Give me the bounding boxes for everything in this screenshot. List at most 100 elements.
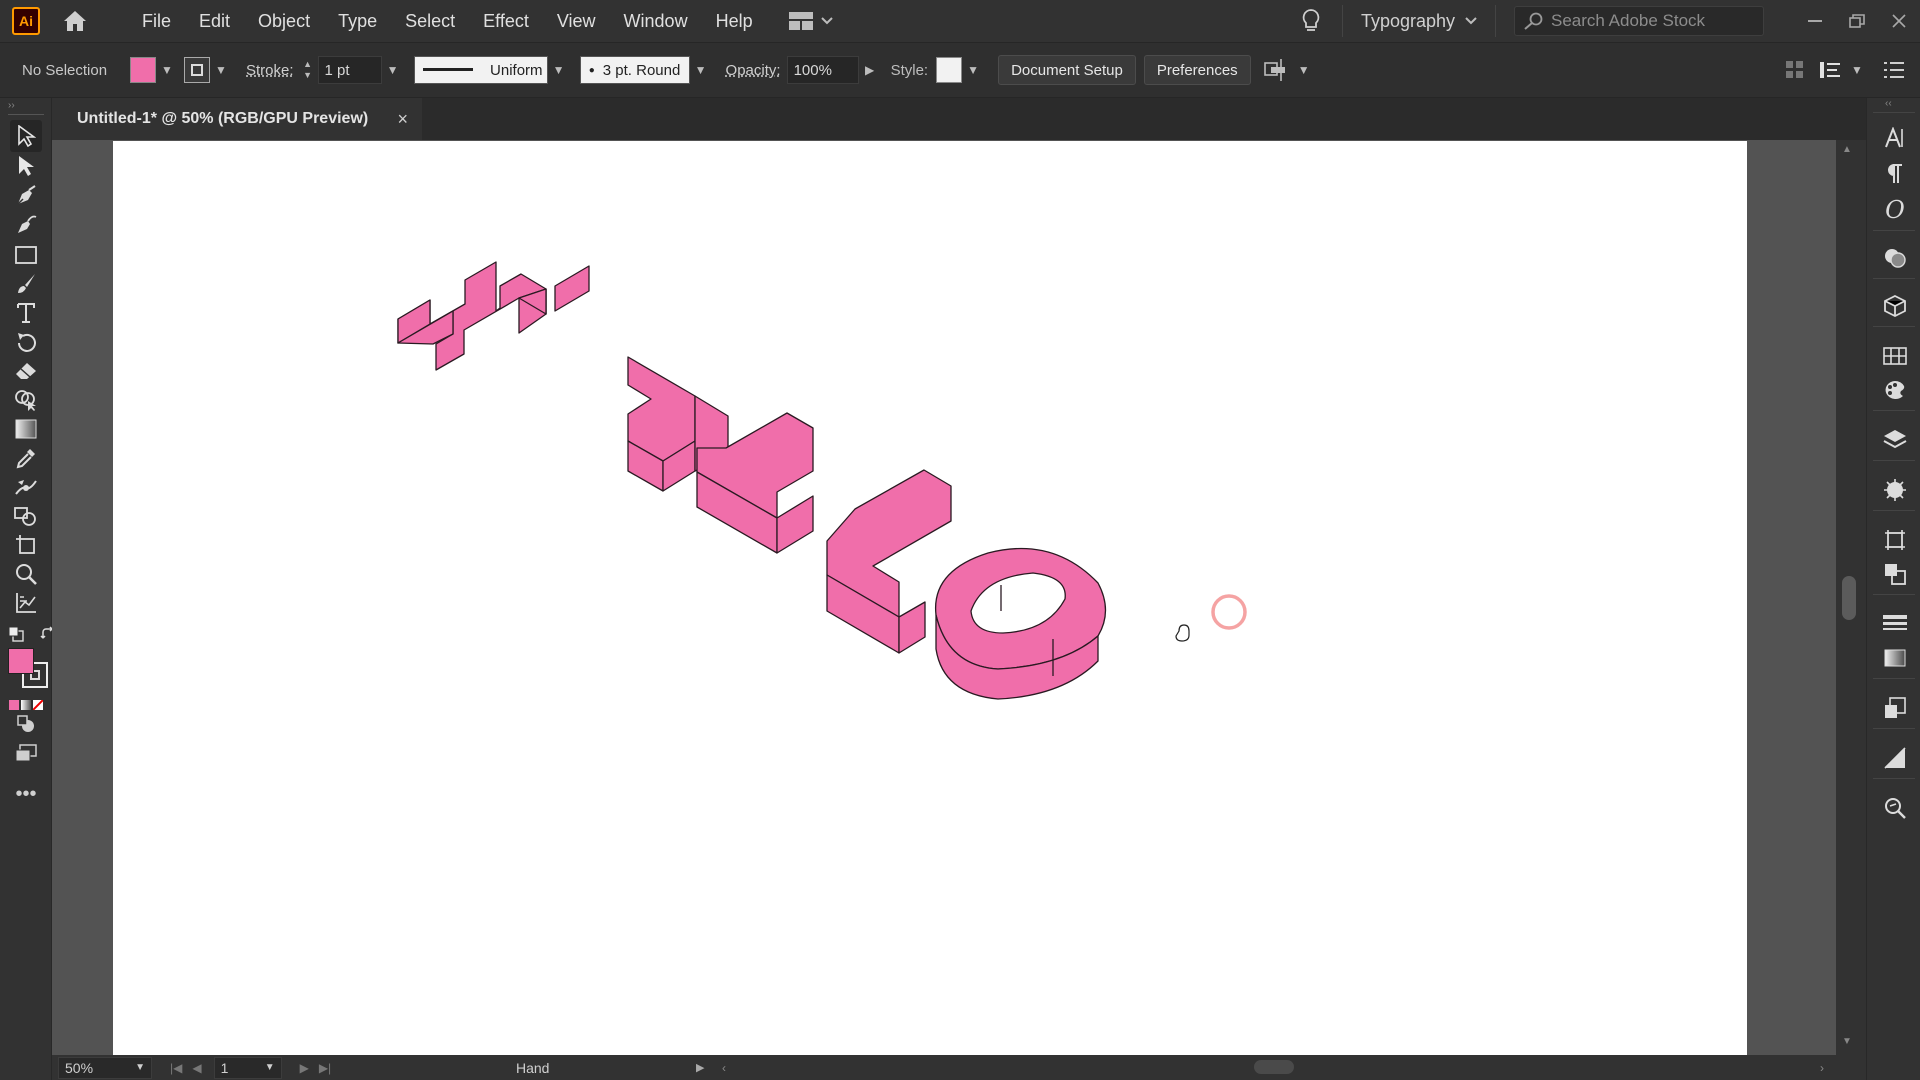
stroke-color-control[interactable]: ▼ <box>184 55 232 85</box>
chevron-down-icon[interactable]: ▼ <box>156 55 178 85</box>
artboard[interactable] <box>113 141 1747 1055</box>
chevron-down-icon[interactable]: ▼ <box>548 55 570 85</box>
paintbrush-tool-icon[interactable] <box>12 270 40 298</box>
artboard-number-select[interactable]: 1 ▼ <box>213 1056 282 1079</box>
zoom-select[interactable]: 50% ▼ <box>58 1056 152 1079</box>
gradient-tool-icon[interactable] <box>12 415 40 443</box>
stock-search-input[interactable] <box>1551 11 1751 31</box>
stroke-swatch[interactable] <box>184 57 210 83</box>
asset-export-panel-icon[interactable] <box>1881 694 1909 722</box>
graphic-style-swatch[interactable] <box>936 57 963 83</box>
menu-edit[interactable]: Edit <box>185 0 244 42</box>
opacity-label[interactable]: Opacity: <box>726 62 781 79</box>
draw-mode-icon[interactable] <box>12 710 40 738</box>
chevron-down-icon[interactable]: ▼ <box>690 55 712 85</box>
expand-panels-icon[interactable]: ‹‹ <box>1885 98 1892 109</box>
shaper-tool-icon[interactable] <box>12 502 40 530</box>
shape-builder-tool-icon[interactable] <box>12 386 40 414</box>
stroke-weight-field[interactable]: 1 pt <box>317 56 382 84</box>
close-tab-icon[interactable]: × <box>397 109 408 130</box>
pen-tool-icon[interactable] <box>12 182 40 210</box>
selection-tool-icon[interactable] <box>10 120 42 152</box>
menu-type[interactable]: Type <box>324 0 391 42</box>
properties-toggle[interactable]: ▼ <box>1820 55 1868 85</box>
none-mode-button[interactable] <box>33 700 43 710</box>
gradient-mode-button[interactable] <box>21 700 31 710</box>
previous-artboard-icon[interactable]: ◀ <box>192 1061 201 1075</box>
transform-panel-icon[interactable] <box>1881 526 1909 554</box>
chevron-down-icon[interactable]: ▼ <box>210 55 232 85</box>
panel-menu-icon[interactable] <box>1884 61 1904 79</box>
document-setup-button[interactable]: Document Setup <box>998 55 1136 85</box>
minimize-button[interactable] <box>1794 0 1836 42</box>
appearance-panel-icon[interactable] <box>1881 244 1909 272</box>
rectangle-tool-icon[interactable] <box>12 241 40 269</box>
restore-button[interactable] <box>1836 0 1878 42</box>
edit-toolbar-icon[interactable]: ••• <box>12 780 40 808</box>
brush-definition-select[interactable]: ● 3 pt. Round <box>579 56 690 84</box>
stroke-label[interactable]: Stroke: <box>246 62 294 79</box>
fill-stroke-widget[interactable] <box>8 648 52 692</box>
preferences-button[interactable]: Preferences <box>1143 55 1251 85</box>
tab-untitled-1[interactable]: Untitled-1* @ 50% (RGB/GPU Preview) × <box>52 98 422 140</box>
home-icon[interactable] <box>60 6 90 36</box>
close-window-button[interactable] <box>1878 0 1920 42</box>
last-artboard-icon[interactable]: ▶| <box>319 1061 331 1075</box>
chevron-down-icon[interactable]: ▼ <box>962 55 984 85</box>
fill-box[interactable] <box>8 648 34 674</box>
default-fill-stroke-icon[interactable] <box>8 626 24 642</box>
stroke-weight-spinner[interactable]: ▲ ▼ <box>300 56 316 84</box>
menu-help[interactable]: Help <box>702 0 767 42</box>
swatches-panel-icon[interactable] <box>1881 342 1909 370</box>
vertical-scrollbar[interactable]: ▲ ▼ <box>1836 140 1866 1055</box>
menu-select[interactable]: Select <box>391 0 469 42</box>
eraser-tool-icon[interactable] <box>12 357 40 385</box>
puppet-warp-tool-icon[interactable] <box>12 473 40 501</box>
discover-bulb-icon[interactable] <box>1296 6 1326 36</box>
menu-window[interactable]: Window <box>610 0 702 42</box>
chevron-down-icon[interactable]: ▼ <box>382 55 404 85</box>
arrange-documents-button[interactable] <box>788 12 833 30</box>
canvas-area[interactable] <box>52 140 1844 1055</box>
graph-tool-icon[interactable] <box>12 589 40 617</box>
stock-search-box[interactable] <box>1514 6 1764 36</box>
fill-color-control[interactable]: ▼ <box>130 55 178 85</box>
gradient-panel-icon[interactable] <box>1881 644 1909 672</box>
collapse-panel-icon[interactable]: ›› <box>8 100 15 111</box>
stroke-panel-icon[interactable] <box>1881 610 1909 638</box>
artboard-tool-icon[interactable] <box>12 531 40 559</box>
screen-mode-icon[interactable] <box>12 739 40 767</box>
eyedropper-tool-icon[interactable] <box>12 444 40 472</box>
scroll-down-icon[interactable]: ▼ <box>1842 1036 1852 1047</box>
layers-panel-icon[interactable] <box>1881 426 1909 454</box>
opentype-panel-icon[interactable]: O <box>1881 196 1909 224</box>
workspace-switcher[interactable]: Typography <box>1341 5 1496 37</box>
horizontal-scroll-thumb[interactable] <box>1254 1060 1294 1074</box>
zoom-tool-icon[interactable] <box>12 560 40 588</box>
menu-view[interactable]: View <box>543 0 610 42</box>
links-panel-icon[interactable] <box>1881 794 1909 822</box>
symbols-panel-icon[interactable] <box>1881 476 1909 504</box>
color-guide-panel-icon[interactable] <box>1881 376 1909 404</box>
rotate-tool-icon[interactable] <box>12 328 40 356</box>
scroll-right-icon[interactable]: › <box>1820 1061 1824 1075</box>
character-panel-icon[interactable] <box>1881 124 1909 152</box>
chevron-right-icon[interactable]: ▶ <box>859 55 881 85</box>
arrange-grid-icon[interactable] <box>1786 61 1804 79</box>
first-artboard-icon[interactable]: |◀ <box>170 1061 182 1075</box>
image-trace-panel-icon[interactable] <box>1881 744 1909 772</box>
type-tool-icon[interactable] <box>12 299 40 327</box>
align-options-button[interactable]: ▼ <box>1263 55 1315 85</box>
menu-effect[interactable]: Effect <box>469 0 543 42</box>
3d-materials-panel-icon[interactable] <box>1881 292 1909 320</box>
scroll-up-icon[interactable]: ▲ <box>1842 144 1852 155</box>
fill-swatch[interactable] <box>130 57 156 83</box>
menu-object[interactable]: Object <box>244 0 324 42</box>
vertical-scroll-thumb[interactable] <box>1842 576 1856 620</box>
color-mode-button[interactable] <box>9 700 19 710</box>
curvature-tool-icon[interactable] <box>12 211 40 239</box>
paragraph-panel-icon[interactable] <box>1881 160 1909 188</box>
next-artboard-icon[interactable]: ▶ <box>300 1061 309 1075</box>
scroll-left-icon[interactable]: ‹ <box>722 1061 726 1075</box>
pathfinder-panel-icon[interactable] <box>1881 560 1909 588</box>
